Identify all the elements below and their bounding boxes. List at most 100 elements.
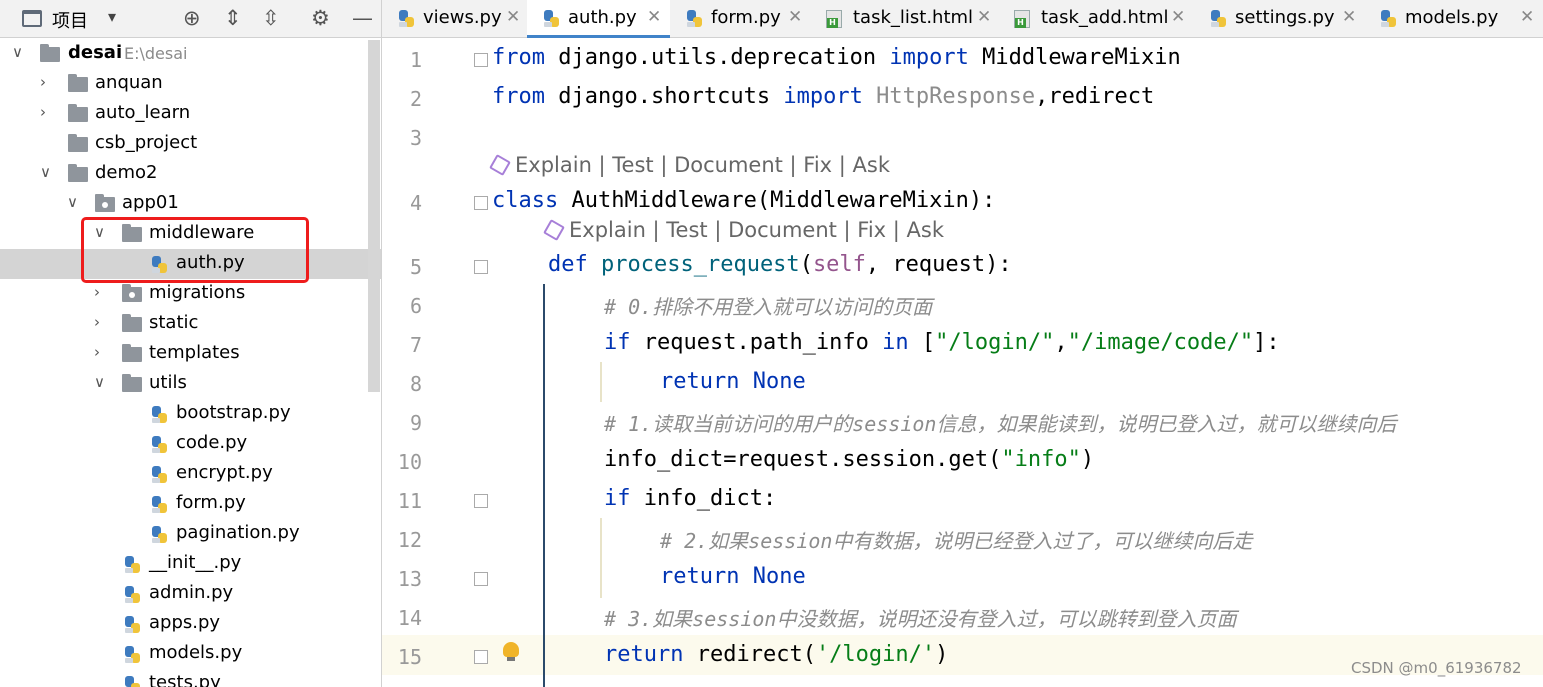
code-line-7: if request.path_info in ["/login/","/ima…: [604, 330, 1280, 355]
code-text: MiddlewareMixin: [968, 45, 1181, 70]
chevron-down-icon[interactable]: ∨: [12, 43, 23, 61]
tab-label: models.py: [1405, 7, 1499, 28]
line-number: 12: [397, 528, 422, 552]
tree-item-encrypt-py[interactable]: encrypt.py: [0, 459, 381, 489]
code-editor[interactable]: 1 2 3 4 5 6 7 8 9 10 11 12 13 14 15 from…: [382, 39, 1543, 687]
close-icon[interactable]: ✕: [788, 7, 802, 27]
tree-item-anquan[interactable]: › anquan: [0, 69, 381, 99]
tab-label: task_add.html: [1041, 7, 1169, 28]
tree-item-auto-learn[interactable]: › auto_learn: [0, 99, 381, 129]
tree-item-label: app01: [122, 192, 179, 213]
code-lens-actions[interactable]: Explain | Test | Document | Fix | Ask: [569, 218, 944, 242]
package-icon: [95, 194, 115, 212]
tree-item-form-py[interactable]: form.py: [0, 489, 381, 519]
string-literal: "/image/code/": [1067, 330, 1254, 355]
chevron-down-icon[interactable]: ▾: [108, 7, 116, 26]
chevron-right-icon[interactable]: ›: [94, 313, 100, 331]
tree-item-demo2[interactable]: ∨ demo2: [0, 159, 381, 189]
highlight-annotation: [81, 217, 309, 283]
expand-all-icon[interactable]: ⇕: [224, 4, 242, 32]
tree-item-bootstrap-py[interactable]: bootstrap.py: [0, 399, 381, 429]
tab-task-list-html[interactable]: task_list.html ✕: [812, 0, 1000, 38]
tree-scrollbar[interactable]: [368, 40, 380, 392]
ai-assistant-icon: [543, 219, 565, 241]
close-icon[interactable]: ✕: [647, 7, 661, 27]
keyword: def: [548, 252, 588, 277]
code-line-8: return None: [660, 369, 806, 394]
tree-item-models-py[interactable]: models.py: [0, 639, 381, 669]
tab-auth-py[interactable]: auth.py ✕: [527, 0, 670, 38]
tab-views-py[interactable]: views.py ✕: [382, 0, 527, 38]
python-file-icon: [149, 495, 169, 515]
function-name: process_request: [601, 252, 800, 277]
editor-tab-bar: views.py ✕ auth.py ✕ form.py ✕ task_list…: [382, 0, 1543, 38]
chevron-right-icon[interactable]: ›: [40, 103, 46, 121]
chevron-down-icon[interactable]: ∨: [67, 193, 78, 211]
tree-item-migrations[interactable]: › migrations: [0, 279, 381, 309]
keyword: from: [492, 45, 545, 70]
tree-item-init-py[interactable]: __init__.py: [0, 549, 381, 579]
line-number: 9: [409, 411, 422, 435]
code-text: ): [935, 642, 949, 667]
chevron-right-icon[interactable]: ›: [94, 343, 100, 361]
line-number: 4: [409, 191, 422, 215]
keyword: return: [660, 564, 740, 589]
ai-assistant-icon: [489, 154, 511, 176]
fold-marker[interactable]: [474, 494, 488, 508]
close-icon[interactable]: ✕: [1520, 7, 1534, 27]
tab-settings-py[interactable]: settings.py ✕: [1194, 0, 1364, 38]
fold-marker[interactable]: [474, 53, 488, 67]
tree-item-apps-py[interactable]: apps.py: [0, 609, 381, 639]
tree-item-path: E:\desai: [124, 44, 188, 63]
code-text: info_dict:: [630, 486, 777, 511]
tree-item-label: utils: [149, 372, 187, 393]
chevron-right-icon[interactable]: ›: [40, 73, 46, 91]
fold-marker[interactable]: [474, 650, 488, 664]
code-lens-actions[interactable]: Explain | Test | Document | Fix | Ask: [515, 153, 890, 177]
collapse-all-icon[interactable]: ⇳: [262, 4, 280, 32]
tree-item-label: pagination.py: [176, 522, 300, 543]
close-icon[interactable]: ✕: [1342, 7, 1356, 27]
code-line-5: def process_request(self, request):: [548, 252, 1012, 277]
code-text: ]:: [1253, 330, 1280, 355]
tab-form-py[interactable]: form.py ✕: [670, 0, 812, 38]
keyword: None: [752, 369, 806, 394]
code-line-10: info_dict=request.session.get("info"): [604, 447, 1094, 472]
tab-task-add-html[interactable]: task_add.html ✕: [1000, 0, 1194, 38]
tree-item-label: anquan: [95, 72, 163, 93]
tree-item-label: static: [149, 312, 199, 333]
indent-guide: [600, 362, 602, 402]
close-icon[interactable]: ✕: [977, 7, 991, 27]
fold-marker[interactable]: [474, 196, 488, 210]
gear-icon[interactable]: ⚙: [311, 4, 330, 32]
close-icon[interactable]: ✕: [1171, 7, 1185, 27]
fold-marker[interactable]: [474, 260, 488, 274]
tree-item-label: auto_learn: [95, 102, 191, 123]
watermark: CSDN @m0_61936782: [1351, 659, 1522, 677]
python-file-icon: [149, 405, 169, 425]
tree-item-tests-py[interactable]: tests.py: [0, 669, 381, 687]
tree-item-csb-project[interactable]: csb_project: [0, 129, 381, 159]
tree-item-utils[interactable]: ∨ utils: [0, 369, 381, 399]
tree-item-templates[interactable]: › templates: [0, 339, 381, 369]
tree-item-admin-py[interactable]: admin.py: [0, 579, 381, 609]
tree-item-pagination-py[interactable]: pagination.py: [0, 519, 381, 549]
close-icon[interactable]: ✕: [506, 7, 520, 27]
hide-panel-icon[interactable]: —: [352, 4, 373, 32]
lightbulb-icon[interactable]: [503, 642, 519, 662]
chevron-down-icon[interactable]: ∨: [94, 373, 105, 391]
tab-models-py[interactable]: models.py ✕: [1364, 0, 1543, 38]
tree-item-label: demo2: [95, 162, 158, 183]
tree-item-static[interactable]: › static: [0, 309, 381, 339]
python-file-icon: [396, 9, 416, 29]
fold-marker[interactable]: [474, 572, 488, 586]
tree-item-code-py[interactable]: code.py: [0, 429, 381, 459]
locate-file-icon[interactable]: ⊕: [183, 4, 201, 32]
tree-item-desai[interactable]: ∨ desai E:\desai: [0, 39, 381, 69]
string-literal: "info": [1001, 447, 1081, 472]
chevron-down-icon[interactable]: ∨: [40, 163, 51, 181]
tree-item-label: models.py: [149, 642, 243, 663]
tree-item-label: encrypt.py: [176, 462, 273, 483]
tree-item-app01[interactable]: ∨ app01: [0, 189, 381, 219]
chevron-right-icon[interactable]: ›: [94, 283, 100, 301]
